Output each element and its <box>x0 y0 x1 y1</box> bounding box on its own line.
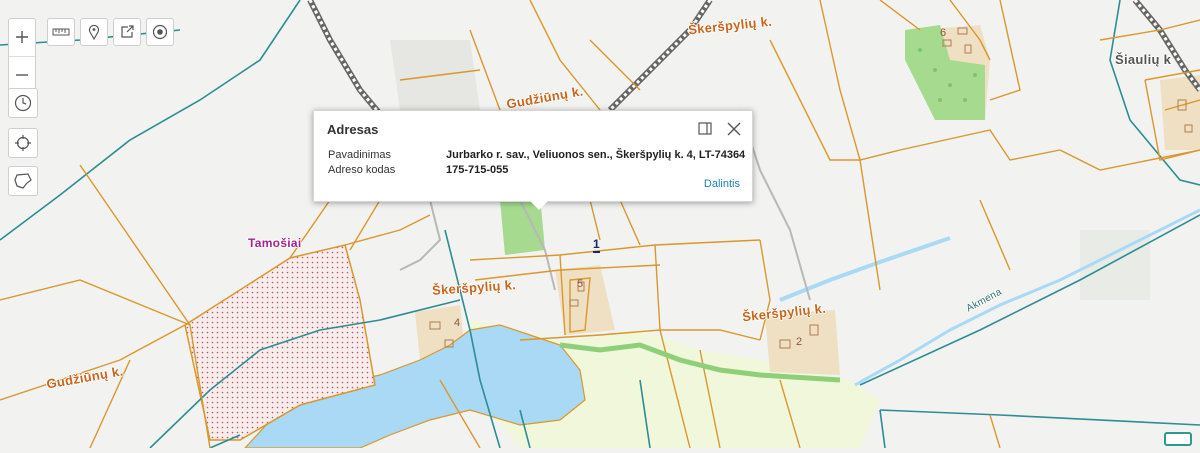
ruler-icon <box>52 28 70 36</box>
share-link[interactable]: Dalintis <box>704 178 740 190</box>
plus-icon <box>16 31 28 44</box>
address-popup: Adresas Pavadinimas Jurbarko r. sav., Ve… <box>313 110 753 210</box>
popup-label-code: Adreso kodas <box>328 164 396 176</box>
lasso-button[interactable] <box>8 166 38 196</box>
measure-button[interactable] <box>47 18 75 46</box>
share-button[interactable] <box>113 18 141 46</box>
minus-icon <box>16 74 28 76</box>
crosshair-button[interactable] <box>8 128 38 158</box>
zoom-control <box>8 18 36 94</box>
zoom-in-button[interactable] <box>9 19 35 57</box>
popup-value-name: Jurbarko r. sav., Veliuonos sen., Škeršp… <box>446 149 746 161</box>
popup-value-code: 175-715-055 <box>446 164 509 176</box>
lasso-icon <box>14 173 32 189</box>
history-button[interactable] <box>8 88 38 118</box>
target-icon <box>152 24 168 40</box>
locate-button[interactable] <box>146 18 174 46</box>
clock-icon <box>14 94 32 112</box>
close-icon[interactable] <box>727 122 741 136</box>
parcel-number-6: 6 <box>940 27 947 39</box>
parcel-number-4: 4 <box>454 317 461 329</box>
map-label-tamosiai: Tamošiai <box>248 236 302 250</box>
map-label-siauliu: Šiaulių k <box>1115 52 1172 67</box>
parcel-number-2: 2 <box>796 336 803 348</box>
address-marker-number[interactable]: 1 <box>593 237 600 253</box>
pin-icon <box>88 24 100 40</box>
popup-pointer <box>530 201 548 210</box>
map-canvas[interactable] <box>0 0 1200 449</box>
logo-badge <box>1164 432 1192 446</box>
parcel-number-5: 5 <box>577 278 584 290</box>
dock-panel-icon[interactable] <box>698 122 712 136</box>
share-icon <box>121 25 134 38</box>
map-svg[interactable] <box>0 0 1200 449</box>
marker-button[interactable] <box>80 18 108 46</box>
popup-title: Adresas <box>327 122 379 137</box>
popup-label-name: Pavadinimas <box>328 149 391 161</box>
crosshair-icon <box>15 135 31 151</box>
